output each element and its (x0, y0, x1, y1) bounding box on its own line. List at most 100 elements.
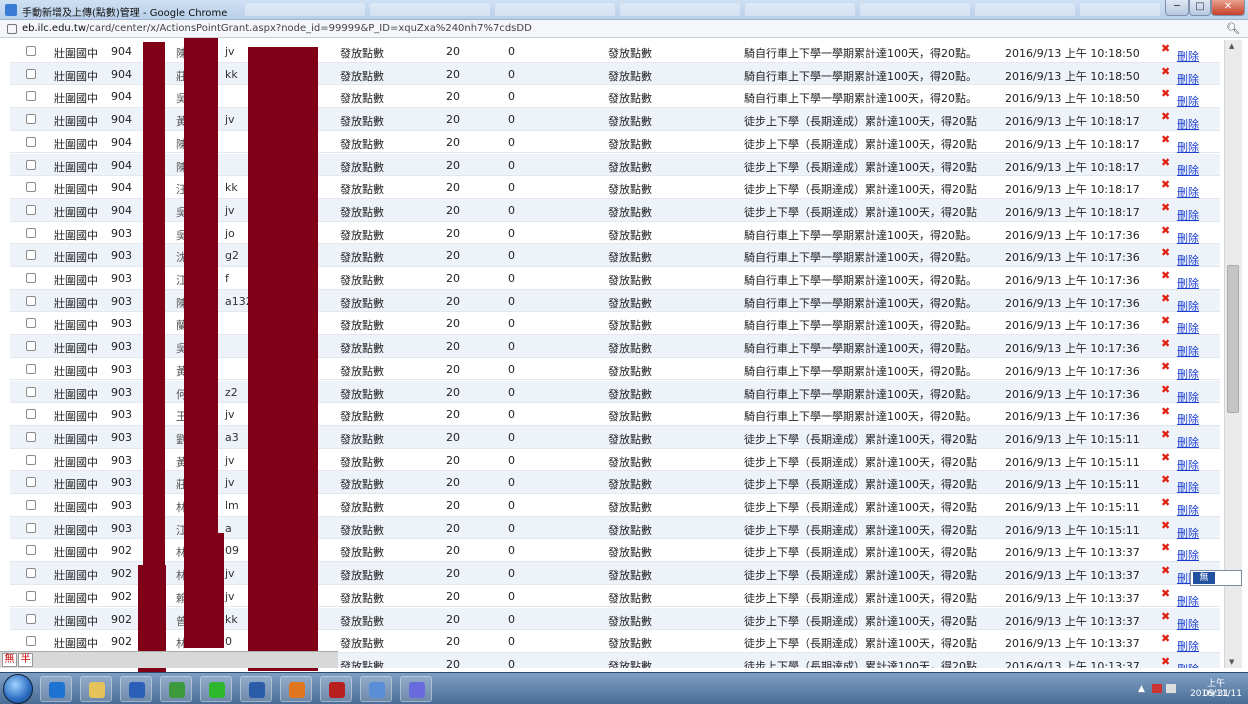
close-button[interactable]: ✕ (1211, 0, 1245, 16)
window-titlebar[interactable]: 手動新增及上傳(點數)管理 - Google Chrome ─ □ ✕ (0, 0, 1248, 20)
delete-link[interactable]: 刪除 (1177, 661, 1199, 668)
line-icon[interactable] (200, 676, 232, 702)
delete-x-icon[interactable]: ✖ (1161, 292, 1170, 305)
network-icon[interactable] (1166, 684, 1176, 693)
delete-x-icon[interactable]: ✖ (1161, 314, 1170, 327)
clock-date[interactable]: 2016/11/11 (1186, 689, 1246, 699)
background-tab[interactable] (1080, 3, 1160, 16)
ie-icon[interactable] (40, 676, 72, 702)
delete-x-icon[interactable]: ✖ (1161, 178, 1170, 191)
delete-link[interactable]: 刪除 (1177, 162, 1199, 178)
row-checkbox[interactable] (26, 545, 36, 556)
explorer-icon[interactable] (80, 676, 112, 702)
delete-x-icon[interactable]: ✖ (1161, 655, 1170, 668)
background-tab[interactable] (245, 3, 365, 16)
delete-link[interactable]: 刪除 (1177, 48, 1199, 64)
row-checkbox[interactable] (26, 500, 36, 510)
row-checkbox[interactable] (26, 136, 36, 147)
delete-link[interactable]: 刪除 (1177, 389, 1199, 405)
row-checkbox[interactable] (26, 273, 36, 283)
delete-link[interactable]: 刪除 (1177, 230, 1199, 246)
delete-link[interactable]: 刪除 (1177, 502, 1199, 518)
row-checkbox[interactable] (26, 522, 36, 533)
magnifier-icon[interactable]: 🔍︎ (1226, 22, 1240, 35)
delete-x-icon[interactable]: ✖ (1161, 201, 1170, 214)
start-button[interactable] (3, 674, 33, 704)
delete-link[interactable]: 刪除 (1177, 71, 1199, 87)
scrollbar-thumb[interactable] (1227, 265, 1239, 413)
delete-x-icon[interactable]: ✖ (1161, 496, 1170, 509)
delete-x-icon[interactable]: ✖ (1161, 473, 1170, 486)
delete-x-icon[interactable]: ✖ (1161, 65, 1170, 78)
delete-link[interactable]: 刪除 (1177, 207, 1199, 223)
row-checkbox[interactable] (26, 318, 36, 329)
delete-x-icon[interactable]: ✖ (1161, 133, 1170, 146)
row-checkbox[interactable] (26, 477, 36, 488)
delete-link[interactable]: 刪除 (1177, 320, 1199, 336)
media-player-icon[interactable] (120, 676, 152, 702)
word-icon[interactable] (240, 676, 272, 702)
delete-link[interactable]: 刪除 (1177, 139, 1199, 155)
delete-link[interactable]: 刪除 (1177, 343, 1199, 359)
row-checkbox[interactable] (26, 363, 36, 374)
delete-link[interactable]: 刪除 (1177, 411, 1199, 427)
delete-link[interactable]: 刪除 (1177, 525, 1199, 541)
row-checkbox[interactable] (26, 204, 36, 215)
background-tab[interactable] (860, 3, 970, 16)
row-checkbox[interactable] (26, 91, 36, 102)
row-checkbox[interactable] (26, 68, 36, 79)
background-tab[interactable] (620, 3, 740, 16)
row-checkbox[interactable] (26, 386, 36, 397)
delete-link[interactable]: 刪除 (1177, 298, 1199, 314)
url-text[interactable]: eb.ilc.edu.tw/card/center/x/ActionsPoint… (22, 23, 532, 34)
delete-x-icon[interactable]: ✖ (1161, 451, 1170, 464)
ime-mode-key[interactable]: 無 (2, 653, 17, 667)
delete-x-icon[interactable]: ✖ (1161, 587, 1170, 600)
acrobat-icon[interactable] (320, 676, 352, 702)
row-checkbox[interactable] (26, 159, 36, 170)
delete-link[interactable]: 刪除 (1177, 434, 1199, 450)
delete-link[interactable]: 刪除 (1177, 275, 1199, 291)
delete-link[interactable]: 刪除 (1177, 93, 1199, 109)
delete-x-icon[interactable]: ✖ (1161, 156, 1170, 169)
delete-x-icon[interactable]: ✖ (1161, 87, 1170, 100)
ime-floating-bar[interactable]: 無 (1190, 570, 1242, 586)
scroll-up-arrow-icon[interactable]: ▲ (1229, 42, 1234, 50)
delete-x-icon[interactable]: ✖ (1161, 541, 1170, 554)
delete-link[interactable]: 刪除 (1177, 366, 1199, 382)
row-checkbox[interactable] (26, 250, 36, 261)
row-checkbox[interactable] (26, 636, 36, 647)
row-checkbox[interactable] (26, 613, 36, 624)
address-bar[interactable]: eb.ilc.edu.tw/card/center/x/ActionsPoint… (0, 20, 1248, 38)
delete-link[interactable]: 刪除 (1177, 638, 1199, 654)
background-tab[interactable] (495, 3, 615, 16)
delete-x-icon[interactable]: ✖ (1161, 519, 1170, 532)
delete-x-icon[interactable]: ✖ (1161, 610, 1170, 623)
background-tab[interactable] (975, 3, 1075, 16)
delete-link[interactable]: 刪除 (1177, 616, 1199, 632)
delete-x-icon[interactable]: ✖ (1161, 428, 1170, 441)
row-checkbox[interactable] (26, 46, 36, 56)
delete-x-icon[interactable]: ✖ (1161, 405, 1170, 418)
maximize-button[interactable]: □ (1189, 0, 1211, 16)
flag-icon[interactable] (1152, 684, 1162, 693)
delete-link[interactable]: 刪除 (1177, 457, 1199, 473)
scroll-down-arrow-icon[interactable]: ▼ (1229, 658, 1234, 666)
tray-expand-icon[interactable]: ▲ (1138, 684, 1145, 694)
delete-x-icon[interactable]: ✖ (1161, 110, 1170, 123)
background-tab[interactable] (745, 3, 855, 16)
delete-x-icon[interactable]: ✖ (1161, 360, 1170, 373)
row-checkbox[interactable] (26, 114, 36, 125)
delete-link[interactable]: 刪除 (1177, 252, 1199, 268)
delete-link[interactable]: 刪除 (1177, 593, 1199, 609)
delete-x-icon[interactable]: ✖ (1161, 42, 1170, 55)
delete-x-icon[interactable]: ✖ (1161, 564, 1170, 577)
paint-icon[interactable] (360, 676, 392, 702)
row-checkbox[interactable] (26, 568, 36, 579)
background-tab[interactable] (370, 3, 490, 16)
delete-x-icon[interactable]: ✖ (1161, 224, 1170, 237)
row-checkbox[interactable] (26, 454, 36, 465)
delete-link[interactable]: 刪除 (1177, 479, 1199, 495)
delete-x-icon[interactable]: ✖ (1161, 246, 1170, 259)
row-checkbox[interactable] (26, 182, 36, 193)
